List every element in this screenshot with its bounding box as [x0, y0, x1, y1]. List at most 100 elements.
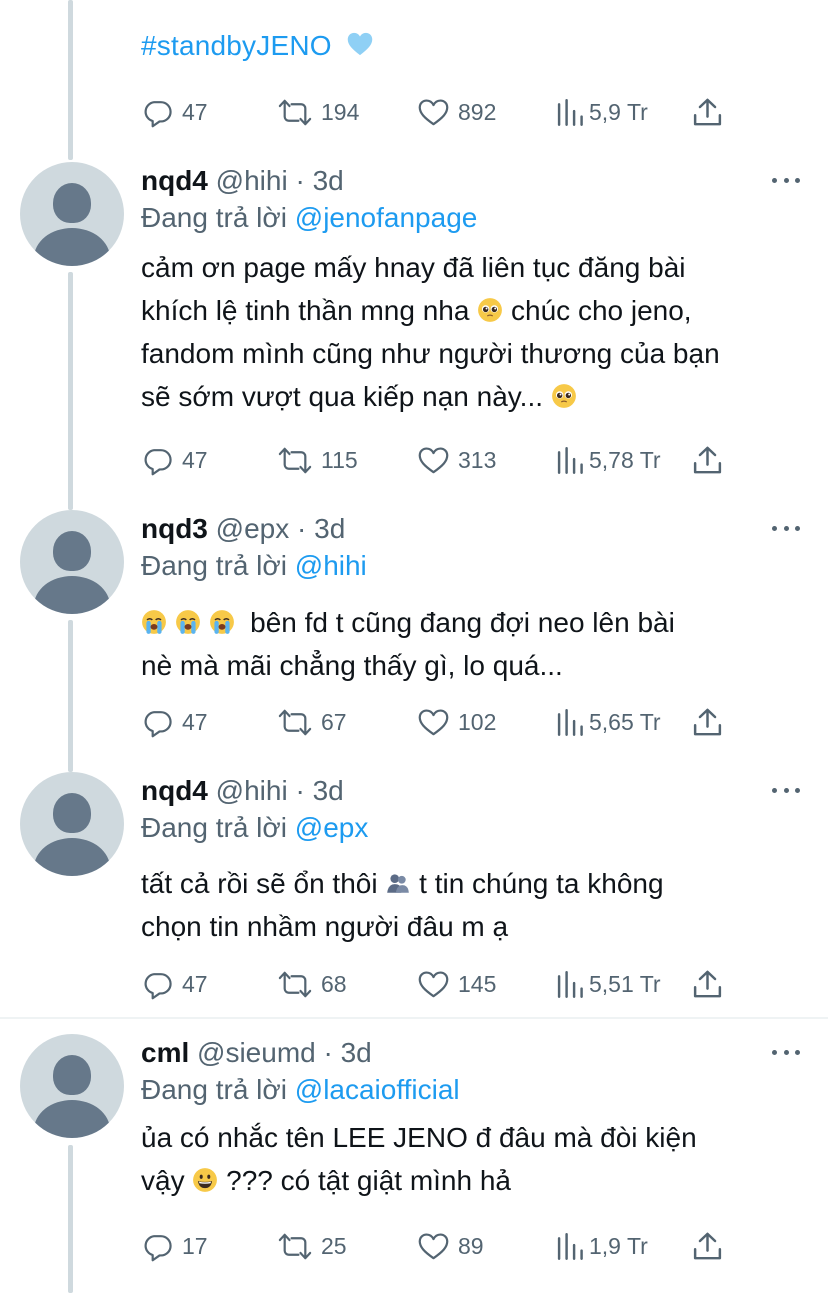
thread-line [68, 272, 73, 510]
separator: · [295, 775, 305, 806]
action-bar: 47 194 892 5,9 Tr [141, 92, 741, 132]
like-count: 313 [458, 446, 497, 473]
retweet-count: 194 [321, 98, 360, 125]
replying-to: Đang trả lời @hihi [141, 550, 367, 582]
views-icon [557, 970, 583, 998]
light-blue-heart-icon [347, 32, 372, 56]
retweet-count: 68 [321, 970, 347, 997]
reply-button[interactable]: 17 [141, 1226, 208, 1266]
views-button[interactable]: 1,9 Tr [555, 1226, 648, 1266]
more-icon[interactable] [772, 523, 800, 533]
timestamp[interactable]: 3d [314, 513, 345, 544]
display-name[interactable]: nqd4 [141, 775, 208, 806]
user-handle[interactable]: @epx [216, 513, 290, 544]
mention-link[interactable]: @epx [295, 812, 369, 843]
mention-link[interactable]: @jenofanpage [295, 202, 478, 233]
share-button[interactable] [691, 964, 724, 1004]
retweet-button[interactable]: 115 [277, 440, 358, 480]
retweet-count: 67 [321, 708, 347, 735]
share-button[interactable] [691, 92, 724, 132]
replying-to: Đang trả lời @jenofanpage [141, 202, 477, 234]
timestamp[interactable]: 3d [313, 165, 344, 196]
replying-to: Đang trả lời @lacaiofficial [141, 1074, 460, 1106]
heart-icon [418, 1232, 449, 1259]
share-button[interactable] [691, 702, 724, 742]
avatar[interactable] [20, 162, 124, 266]
text-line: cảm ơn page mấy hnay đã liên tục đăng bà… [141, 252, 686, 283]
more-icon[interactable] [772, 1047, 800, 1057]
timestamp[interactable]: 3d [313, 775, 344, 806]
retweet-icon [278, 447, 312, 473]
timestamp[interactable]: 3d [341, 1037, 372, 1068]
thread-line [68, 620, 73, 772]
reply-count: 47 [182, 708, 208, 735]
tweet-text: bên fd t cũng đang đợi neo lên bài nè mà… [141, 601, 811, 687]
hashtag-link[interactable]: #standbyJENO [141, 30, 332, 61]
tweet-text: ủa có nhắc tên LEE JENO đ đâu mà đòi kiệ… [141, 1116, 811, 1202]
tweet-header: cml @sieumd · 3d [141, 1037, 372, 1069]
display-name[interactable]: cml [141, 1037, 189, 1068]
people-hugging-icon [387, 874, 410, 893]
reply-count: 47 [182, 98, 208, 125]
text-line: vậy ??? có tật giật mình hả [141, 1165, 511, 1196]
reply-icon [144, 448, 172, 475]
views-button[interactable]: 5,78 Tr [555, 440, 661, 480]
text-line: nè mà mãi chẳng thấy gì, lo quá... [141, 650, 563, 681]
share-icon [693, 708, 722, 735]
user-handle[interactable]: @hihi [216, 165, 288, 196]
like-count: 102 [458, 708, 497, 735]
hashtag-line: #standbyJENO [141, 30, 374, 62]
replying-prefix: Đang trả lời [141, 1074, 287, 1105]
text-line: tất cả rồi sẽ ổn thôi t tin chúng ta khô… [141, 868, 664, 899]
views-button[interactable]: 5,65 Tr [555, 702, 661, 742]
display-name[interactable]: nqd4 [141, 165, 208, 196]
retweet-button[interactable]: 194 [277, 92, 359, 132]
like-button[interactable]: 313 [417, 440, 496, 480]
views-button[interactable]: 5,9 Tr [555, 92, 648, 132]
share-button[interactable] [691, 1226, 724, 1266]
more-icon[interactable] [772, 785, 800, 795]
views-icon [557, 708, 583, 736]
reply-icon [144, 100, 172, 127]
like-button[interactable]: 145 [417, 964, 496, 1004]
retweet-button[interactable]: 25 [277, 1226, 347, 1266]
tweet-text: cảm ơn page mấy hnay đã liên tục đăng bà… [141, 246, 811, 418]
like-button[interactable]: 89 [417, 1226, 484, 1266]
text-line: chọn tin nhầm người đâu m ạ [141, 911, 509, 942]
share-icon [693, 446, 722, 473]
user-handle[interactable]: @hihi [216, 775, 288, 806]
views-count: 5,9 Tr [589, 98, 648, 125]
display-name[interactable]: nqd3 [141, 513, 208, 544]
retweet-button[interactable]: 68 [277, 964, 347, 1004]
like-count: 89 [458, 1232, 484, 1259]
like-count: 145 [458, 970, 497, 997]
like-button[interactable]: 102 [417, 702, 496, 742]
reply-button[interactable]: 47 [141, 964, 208, 1004]
views-button[interactable]: 5,51 Tr [555, 964, 661, 1004]
views-icon [557, 98, 583, 126]
more-icon[interactable] [772, 175, 800, 185]
action-bar: 17 25 89 1,9 Tr [141, 1226, 741, 1266]
text-line: bên fd t cũng đang đợi neo lên bài [141, 601, 811, 644]
views-count: 5,78 Tr [589, 446, 661, 473]
mention-link[interactable]: @lacaiofficial [295, 1074, 460, 1105]
tweet-header: nqd4 @hihi · 3d [141, 775, 344, 807]
share-button[interactable] [691, 440, 724, 480]
mention-link[interactable]: @hihi [295, 550, 367, 581]
avatar[interactable] [20, 1034, 124, 1138]
retweet-button[interactable]: 67 [277, 702, 347, 742]
heart-icon [418, 708, 449, 735]
user-handle[interactable]: @sieumd [197, 1037, 316, 1068]
like-button[interactable]: 892 [417, 92, 496, 132]
heart-icon [418, 970, 449, 997]
reply-button[interactable]: 47 [141, 702, 208, 742]
reply-button[interactable]: 47 [141, 92, 208, 132]
reply-button[interactable]: 47 [141, 440, 208, 480]
reply-icon [144, 972, 172, 999]
share-icon [693, 970, 722, 997]
avatar[interactable] [20, 510, 124, 614]
views-count: 1,9 Tr [589, 1232, 648, 1259]
avatar[interactable] [20, 772, 124, 876]
tweet-header: nqd4 @hihi · 3d [141, 165, 344, 197]
heart-icon [418, 446, 449, 473]
